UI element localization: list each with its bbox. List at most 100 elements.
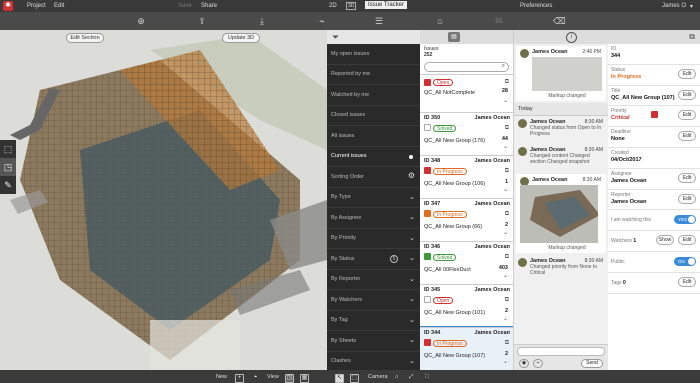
filter-by-sheets[interactable]: By Sheets ⌄ (327, 331, 420, 352)
location-pin-icon[interactable]: ⌖ (254, 374, 257, 381)
filter-by-assignee[interactable]: By Assignee ⌄ (327, 208, 420, 229)
issue-card[interactable]: ID 348 James Ocean In Progress ⧉ QC_All … (420, 155, 513, 198)
issue-id: ID 347 (424, 201, 441, 207)
send-button[interactable]: Send (581, 359, 603, 368)
edit-priority-button[interactable]: Edit (678, 110, 696, 121)
trash-icon[interactable]: ⌫ (553, 15, 566, 27)
comment-input[interactable] (517, 347, 605, 356)
edit-status-button[interactable]: Edit (678, 68, 696, 79)
gear-icon[interactable]: ⚙ (408, 171, 415, 180)
checkbox-icon[interactable] (424, 296, 431, 303)
view-3d-icon[interactable]: ◳ (285, 374, 294, 383)
mail-icon[interactable]: ✉ (493, 15, 505, 27)
menu-edit[interactable]: Edit (54, 3, 64, 9)
priority-high-icon (424, 210, 431, 217)
watching-toggle[interactable]: YES (674, 215, 696, 225)
comment-text: Changed content Changed section Changed … (530, 153, 590, 165)
fullscreen-icon[interactable]: ⛶ (425, 374, 429, 381)
external-link-icon[interactable]: ⧉ (689, 32, 695, 42)
pan-tool-icon[interactable]: ⬚ (350, 374, 359, 383)
filter-label: By Sheets (331, 337, 357, 344)
home-icon[interactable]: ⌂ (395, 374, 398, 380)
checkbox-icon[interactable] (424, 124, 431, 131)
edit-reporter-button[interactable]: Edit (678, 193, 696, 204)
issue-card[interactable]: Open ⧉ QC_All NotComplete 28 ⌄ (420, 74, 513, 112)
filter-by-reporter[interactable]: By Reporter ⌄ (327, 270, 420, 290)
markup-snapshot[interactable] (532, 57, 602, 91)
add-icon[interactable]: + (235, 374, 244, 383)
menu-share[interactable]: Share (201, 3, 217, 9)
update-3d-button[interactable]: Update 3D (222, 33, 260, 43)
detail-value: 0 (622, 279, 626, 286)
menu-project[interactable]: Project (27, 3, 46, 9)
share-icon[interactable]: ⇪ (196, 15, 208, 27)
avatar (520, 49, 529, 58)
section-icon[interactable]: ⬚ (0, 140, 16, 158)
filter-by-type[interactable]: By Type ⌄ (327, 188, 420, 208)
view-3d-icon[interactable]: ◳ (0, 158, 16, 176)
mode-3d[interactable]: 3D (346, 2, 357, 10)
edit-assignee-button[interactable]: Edit (678, 172, 696, 183)
info-icon[interactable]: i (566, 32, 577, 43)
filter-by-priority[interactable]: By Priority ⌄ (327, 229, 420, 249)
filter-reported-by-me[interactable]: Reported by me (327, 65, 420, 85)
filter-by-watchers[interactable]: By Watchers ⌄ (327, 290, 420, 311)
filter-header: ⏷ (327, 30, 420, 44)
filter-by-tag[interactable]: By Tag ⌄ (327, 311, 420, 331)
menu-save[interactable]: Save (178, 3, 192, 9)
edit-deadline-button[interactable]: Edit (678, 131, 696, 142)
comment-time: 8:30 AM (584, 119, 603, 125)
attach-icon[interactable]: ⌁ (316, 15, 328, 27)
camera-icon[interactable]: ◉ (519, 359, 529, 368)
issue-details-panel: ⧉ ID 344 Status In Progress Edit Title QC_Al… (608, 30, 700, 370)
tab-issue-tracker[interactable]: Issue Tracker (365, 1, 408, 9)
view-grid-icon[interactable]: ▦ (300, 374, 309, 383)
attach-icon[interactable]: ⌁ (533, 359, 543, 368)
menu-preferences[interactable]: Preferences (520, 3, 552, 9)
filter-closed-issues[interactable]: Closed issues (327, 106, 420, 126)
comment-item: James Ocean 8:30 AM Changed priority fro… (514, 255, 608, 283)
chevron-down-icon: ⌄ (502, 316, 508, 322)
funnel-icon[interactable]: ⏷ (332, 32, 339, 43)
comments-icon[interactable]: ▤ (448, 32, 460, 42)
markup-snapshot[interactable] (520, 185, 598, 243)
mode-2d[interactable]: 2D (329, 3, 337, 9)
filter-current-issues[interactable]: Current issues (327, 147, 420, 167)
zoom-fit-icon[interactable]: ⤢ (409, 374, 413, 381)
select-tool-icon[interactable]: ↖ (335, 374, 344, 383)
model-viewer[interactable]: Edit Section Update 3D (0, 30, 327, 370)
add-comment-icon[interactable]: ⊕ (135, 15, 147, 27)
date-separator: Today (514, 103, 608, 116)
filter-label: By Reporter (331, 276, 361, 283)
detail-label: Watchers (611, 238, 632, 245)
snapshot-icon: ⧉ (504, 297, 509, 303)
layers-icon[interactable]: ☰ (373, 15, 385, 27)
show-watchers-button[interactable]: Show (656, 235, 674, 246)
public-toggle[interactable]: ON (674, 256, 696, 266)
chevron-down-icon: ⌄ (502, 98, 508, 104)
filter-sorting-order[interactable]: Sorting Order ⚙ (327, 167, 420, 188)
filter-watched-by-me[interactable]: Watched by me (327, 85, 420, 106)
download-icon[interactable]: ⤓ (256, 15, 268, 27)
filter-by-status[interactable]: By Status 5 ⌄ (327, 249, 420, 270)
issue-card-selected[interactable]: ID 344 James Ocean In Progress ⧉ QC_All … (420, 326, 513, 370)
issue-card[interactable]: ID 347 James Ocean In Progress ⧉ QC_All … (420, 198, 513, 241)
filter-label: Watched by me (331, 91, 370, 98)
filter-clashes[interactable]: Clashes ⌄ (327, 352, 420, 372)
edit-section-button[interactable]: Edit Section (66, 33, 104, 43)
edit-tags-button[interactable]: Edit (678, 276, 696, 287)
issue-card[interactable]: ID 350 James Ocean Solved ⧉ QC_All New G… (420, 112, 513, 155)
search-icon[interactable]: ⌕ (502, 63, 505, 70)
search-input[interactable]: ⌕ (424, 62, 509, 72)
filter-all-issues[interactable]: All issues (327, 126, 420, 147)
detail-tags: Tags 0 Edit (608, 273, 700, 294)
chevron-down-icon[interactable]: ▾ (690, 3, 693, 10)
issue-card[interactable]: ID 345 James Ocean Open ⧉ QC_All New Gro… (420, 284, 513, 327)
filter-my-open-issues[interactable]: My open issues (327, 44, 420, 65)
markup-pen-icon[interactable]: ✎ (0, 176, 16, 194)
tag-icon[interactable]: ⌂ (434, 15, 446, 27)
edit-watchers-button[interactable]: Edit (678, 235, 696, 246)
edit-title-button[interactable]: Edit (678, 89, 696, 100)
user-name[interactable]: James O (662, 3, 686, 9)
issue-card[interactable]: ID 346 James Ocean Solved ⧉ QC_All 00Fle… (420, 241, 513, 284)
